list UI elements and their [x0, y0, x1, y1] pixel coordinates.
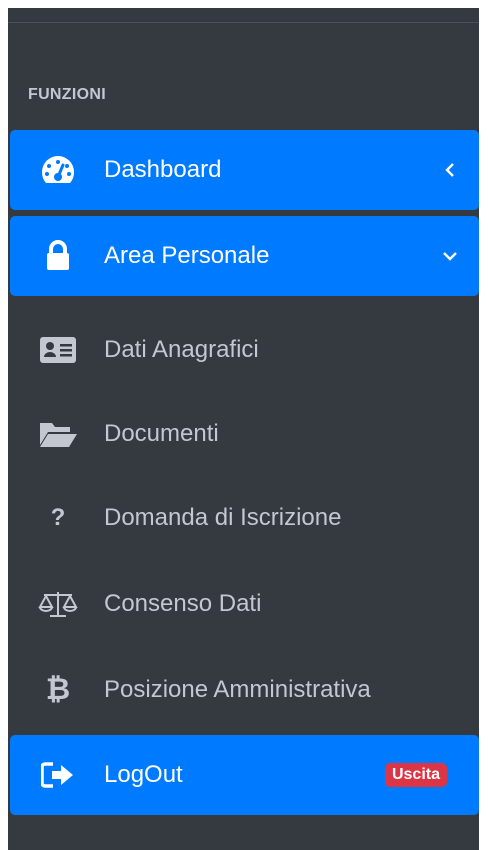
sidebar-item-label: LogOut — [104, 761, 183, 788]
sidebar-item-logout[interactable]: LogOut Uscita — [10, 735, 479, 815]
sidebar-item-area-personale[interactable]: Area Personale — [10, 216, 479, 296]
sidebar-item-label: Documenti — [104, 420, 219, 447]
chevron-down-icon — [443, 249, 457, 263]
sidebar-item-label: Domanda di Iscrizione — [104, 504, 342, 531]
sign-out-icon — [38, 757, 78, 793]
status-badge: Uscita — [384, 763, 447, 787]
sidebar-item-domanda-iscrizione[interactable]: ? Domanda di Iscrizione — [10, 478, 479, 558]
sidebar-item-label: Posizione Amministrativa — [104, 676, 371, 703]
sidebar-item-dashboard[interactable]: Dashboard — [10, 130, 479, 210]
divider — [8, 22, 479, 23]
chevron-left-icon — [443, 163, 457, 177]
section-header: FUNZIONI — [28, 86, 106, 103]
id-card-icon — [38, 332, 78, 368]
sidebar-item-label: Consenso Dati — [104, 590, 262, 617]
sidebar: FUNZIONI Dashboard Area Personale Dati A… — [8, 8, 479, 850]
sidebar-item-posizione-amministrativa[interactable]: ₿ Posizione Amministrativa — [10, 650, 479, 730]
bitcoin-icon: ₿ — [45, 673, 71, 706]
question-icon: ? — [50, 504, 66, 531]
sidebar-item-label: Dati Anagrafici — [104, 336, 259, 363]
sidebar-item-documenti[interactable]: Documenti — [10, 394, 479, 474]
sidebar-item-dati-anagrafici[interactable]: Dati Anagrafici — [10, 310, 479, 390]
balance-scale-icon — [38, 586, 78, 622]
folder-open-icon — [38, 416, 78, 452]
lock-icon — [38, 238, 78, 274]
sidebar-item-consenso-dati[interactable]: Consenso Dati — [10, 564, 479, 644]
sidebar-item-label: Dashboard — [104, 156, 222, 183]
tachometer-icon — [38, 152, 78, 188]
sidebar-item-label: Area Personale — [104, 242, 270, 269]
